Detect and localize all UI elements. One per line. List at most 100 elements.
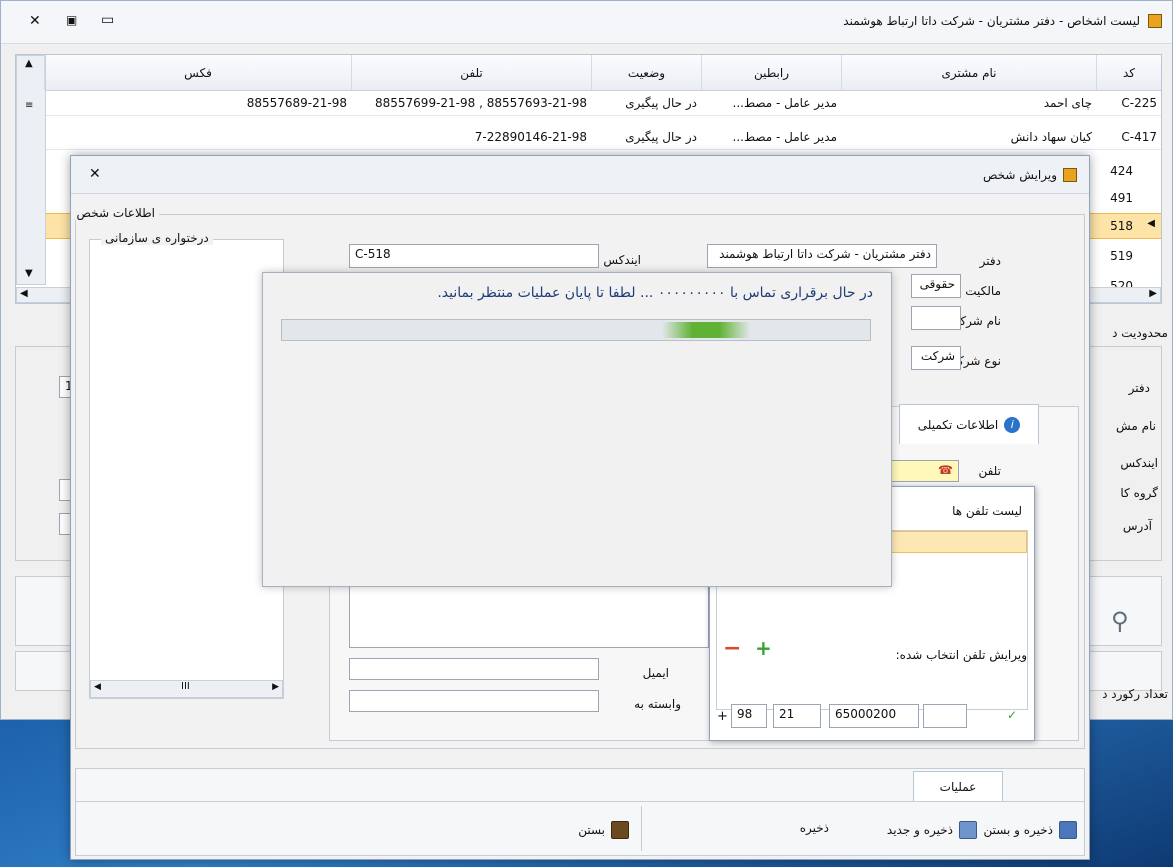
table-row[interactable]: C-225 چای احمد مدیر عامل - مصط... در حال… xyxy=(46,91,1161,116)
save-close-label: ذخیره و بستن xyxy=(983,823,1053,837)
scroll-left-icon[interactable]: ◀ xyxy=(94,682,101,692)
ownership-label: مالکیت xyxy=(965,284,1001,298)
minimize-icon[interactable]: ▭ xyxy=(101,12,114,28)
phone-label: تلفن xyxy=(978,464,1001,478)
progress-message: در حال برقراری تماس با ۰۰۰۰۰۰۰۰۰ ... لطف… xyxy=(437,285,873,301)
email-field[interactable] xyxy=(349,658,599,680)
org-tree-panel: ◀ III ▶ xyxy=(89,239,284,699)
save-button[interactable]: ذخیره xyxy=(800,821,829,835)
col-status[interactable]: وضعیت xyxy=(591,55,701,90)
search-index-label: ایندکس xyxy=(1120,456,1158,470)
affiliated-field[interactable] xyxy=(349,690,599,712)
main-title: لیست اشخاص - دفتر مشتریان - شرکت داتا ار… xyxy=(843,14,1140,28)
office-index-field[interactable]: C-518 xyxy=(349,244,599,268)
phone-list-title: لیست تلفن ها xyxy=(952,504,1022,518)
row-indicator-icon: ◀ xyxy=(1147,218,1155,229)
exit-door-icon xyxy=(611,821,629,839)
person-info-title: اطلاعات شخص xyxy=(72,206,159,220)
col-code[interactable]: کد xyxy=(1096,55,1161,90)
record-count-label: تعداد رکورد د xyxy=(1102,687,1168,701)
phone-icon[interactable]: ☎ xyxy=(938,463,953,477)
notes-field[interactable] xyxy=(349,586,709,648)
col-fax[interactable]: فکس xyxy=(44,55,351,90)
cell-contact: مدیر عامل - مصط... xyxy=(732,130,837,144)
cell-phone: 7-22890146-21-98 xyxy=(474,130,587,144)
search-name-label: نام مش xyxy=(1116,419,1156,433)
search-address-label: آدرس xyxy=(1122,519,1152,533)
dialog-title: ویرایش شخص xyxy=(982,168,1057,182)
scroll-up-icon[interactable]: ▲ xyxy=(25,58,33,69)
tab-extra-info[interactable]: i اطلاعات تکمیلی xyxy=(899,404,1039,444)
plus-sign: + xyxy=(717,709,728,724)
cell-contact: مدیر عامل - مصط... xyxy=(732,96,837,110)
tab-operations-label: عملیات xyxy=(939,779,977,794)
col-contacts[interactable]: رابطین xyxy=(701,55,841,90)
cell-fax: 88557689-21-98 xyxy=(246,96,347,110)
company-name-field[interactable] xyxy=(911,306,961,330)
org-tree-title: درختواره ی سازمانی xyxy=(101,231,213,245)
edit-phone-label: ویرایش تلفن انتخاب شده: xyxy=(895,648,1027,662)
scroll-left-icon[interactable]: ◀ xyxy=(20,288,28,299)
save-close-button[interactable]: ذخیره و بستن xyxy=(983,821,1077,839)
filter-limit-label: محدودیت د xyxy=(1112,326,1168,340)
extension-field[interactable] xyxy=(923,704,967,728)
dialog-icon xyxy=(1063,168,1077,182)
progress-dialog: در حال برقراری تماس با ۰۰۰۰۰۰۰۰۰ ... لطف… xyxy=(262,272,892,587)
vertical-scrollbar[interactable]: ▲ ≡ ▼ xyxy=(16,55,46,285)
grid-header: کد نام مشتری رابطین وضعیت تلفن فکس xyxy=(44,55,1161,91)
company-type-field[interactable]: شرکت xyxy=(911,346,961,370)
cell-status: در حال پیگیری xyxy=(625,130,697,144)
close-label: بستن xyxy=(578,823,605,837)
affiliated-label: وابسته به xyxy=(634,697,681,711)
dialog-close-icon[interactable]: ✕ xyxy=(89,166,101,182)
close-button[interactable]: بستن xyxy=(578,821,629,839)
remove-phone-icon[interactable]: − xyxy=(723,636,741,661)
col-phone[interactable]: تلفن xyxy=(351,55,591,90)
col-customer-name[interactable]: نام مشتری xyxy=(841,55,1096,90)
save-new-label: ذخیره و جدید xyxy=(886,823,953,837)
cell-code: C-417 xyxy=(1121,130,1157,144)
divider xyxy=(641,806,642,851)
save-label: ذخیره xyxy=(799,821,829,835)
cell-fax xyxy=(44,125,351,149)
cell-code: 518 xyxy=(1110,219,1133,233)
search-office-label: دفتر xyxy=(1128,381,1150,395)
cell-code: 424 xyxy=(1110,163,1133,178)
save-icon xyxy=(1059,821,1077,839)
check-icon[interactable]: ✓ xyxy=(1007,708,1017,722)
office-field[interactable]: دفتر مشتریان - شرکت داتا ارتباط هوشمند xyxy=(707,244,937,268)
scroll-thumb-icon[interactable]: III xyxy=(181,681,190,692)
office-label: دفتر xyxy=(979,254,1001,268)
cell-phone: 88557699-21-98 , 88557693-21-98 xyxy=(375,96,587,110)
tab-operations[interactable]: عملیات xyxy=(913,771,1003,801)
scroll-thumb-icon[interactable]: ≡ xyxy=(25,100,33,111)
save-new-button[interactable]: ذخیره و جدید xyxy=(887,821,977,839)
close-icon[interactable]: ✕ xyxy=(29,13,41,29)
search-group-label: گروه کا xyxy=(1120,486,1158,500)
add-phone-icon[interactable]: + xyxy=(755,636,772,660)
app-icon xyxy=(1148,14,1162,28)
scroll-down-icon[interactable]: ▼ xyxy=(25,268,33,279)
restore-icon[interactable]: ▣ xyxy=(66,13,77,27)
cell-status: در حال پیگیری xyxy=(625,96,697,110)
cell-name: کیان سهاد دانش xyxy=(1010,130,1092,144)
cell-code: C-225 xyxy=(1121,96,1157,110)
phone-number-field[interactable]: 65000200 xyxy=(829,704,919,728)
table-row[interactable]: C-417 کیان سهاد دانش مدیر عامل - مصط... … xyxy=(46,125,1161,150)
divider xyxy=(75,801,1085,802)
cell-name: چای احمد xyxy=(1043,96,1092,110)
ownership-field[interactable]: حقوقی xyxy=(911,274,961,298)
info-icon: i xyxy=(1004,416,1021,433)
cell-code: 491 xyxy=(1110,190,1133,205)
area-code-field[interactable]: 21 xyxy=(773,704,821,728)
email-label: ایمیل xyxy=(642,666,669,680)
scroll-right-icon[interactable]: ▶ xyxy=(1149,288,1157,299)
search-icon[interactable]: ⚲ xyxy=(1111,607,1129,635)
main-titlebar: ✕ ▣ ▭ لیست اشخاص - دفتر مشتریان - شرکت د… xyxy=(1,1,1172,44)
country-code-field[interactable]: 98 xyxy=(731,704,767,728)
progress-bar-fill xyxy=(662,322,750,338)
scroll-right-icon[interactable]: ▶ xyxy=(272,682,279,692)
tree-hscrollbar[interactable]: ◀ III ▶ xyxy=(90,680,283,698)
progress-bar xyxy=(281,319,871,341)
tab-extra-info-label: اطلاعات تکمیلی xyxy=(917,417,999,432)
